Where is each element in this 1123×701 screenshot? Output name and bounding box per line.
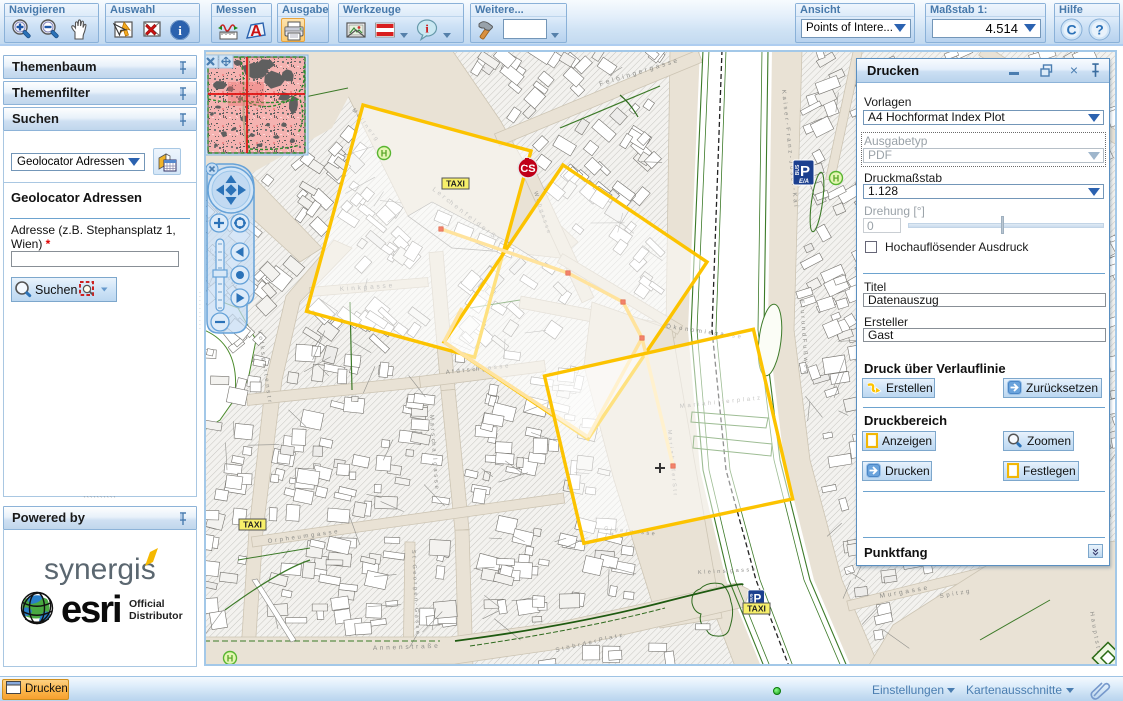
svg-text:TAXI: TAXI [747, 604, 766, 614]
svg-text:BUS: BUS [749, 593, 754, 602]
svg-text:A: A [250, 23, 262, 40]
svg-text:synergis: synergis [44, 553, 156, 586]
svg-text:TAXI: TAXI [243, 520, 262, 530]
svg-text:H: H [833, 173, 840, 183]
svg-text:esri: esri [61, 589, 121, 631]
svg-text:E/A: E/A [799, 179, 809, 185]
svg-text:P: P [800, 163, 810, 180]
svg-text:BUS: BUS [795, 164, 801, 175]
svg-text:C: C [1066, 22, 1076, 38]
svg-text:Official: Official [129, 598, 165, 610]
svg-text:H: H [381, 148, 388, 158]
svg-text:Suchen: Suchen [35, 283, 77, 297]
svg-text:H: H [227, 653, 234, 663]
svg-text:?: ? [1095, 22, 1104, 38]
svg-text:Distributor: Distributor [129, 610, 183, 622]
svg-text:TAXI: TAXI [446, 179, 465, 189]
svg-text:i: i [178, 23, 182, 38]
